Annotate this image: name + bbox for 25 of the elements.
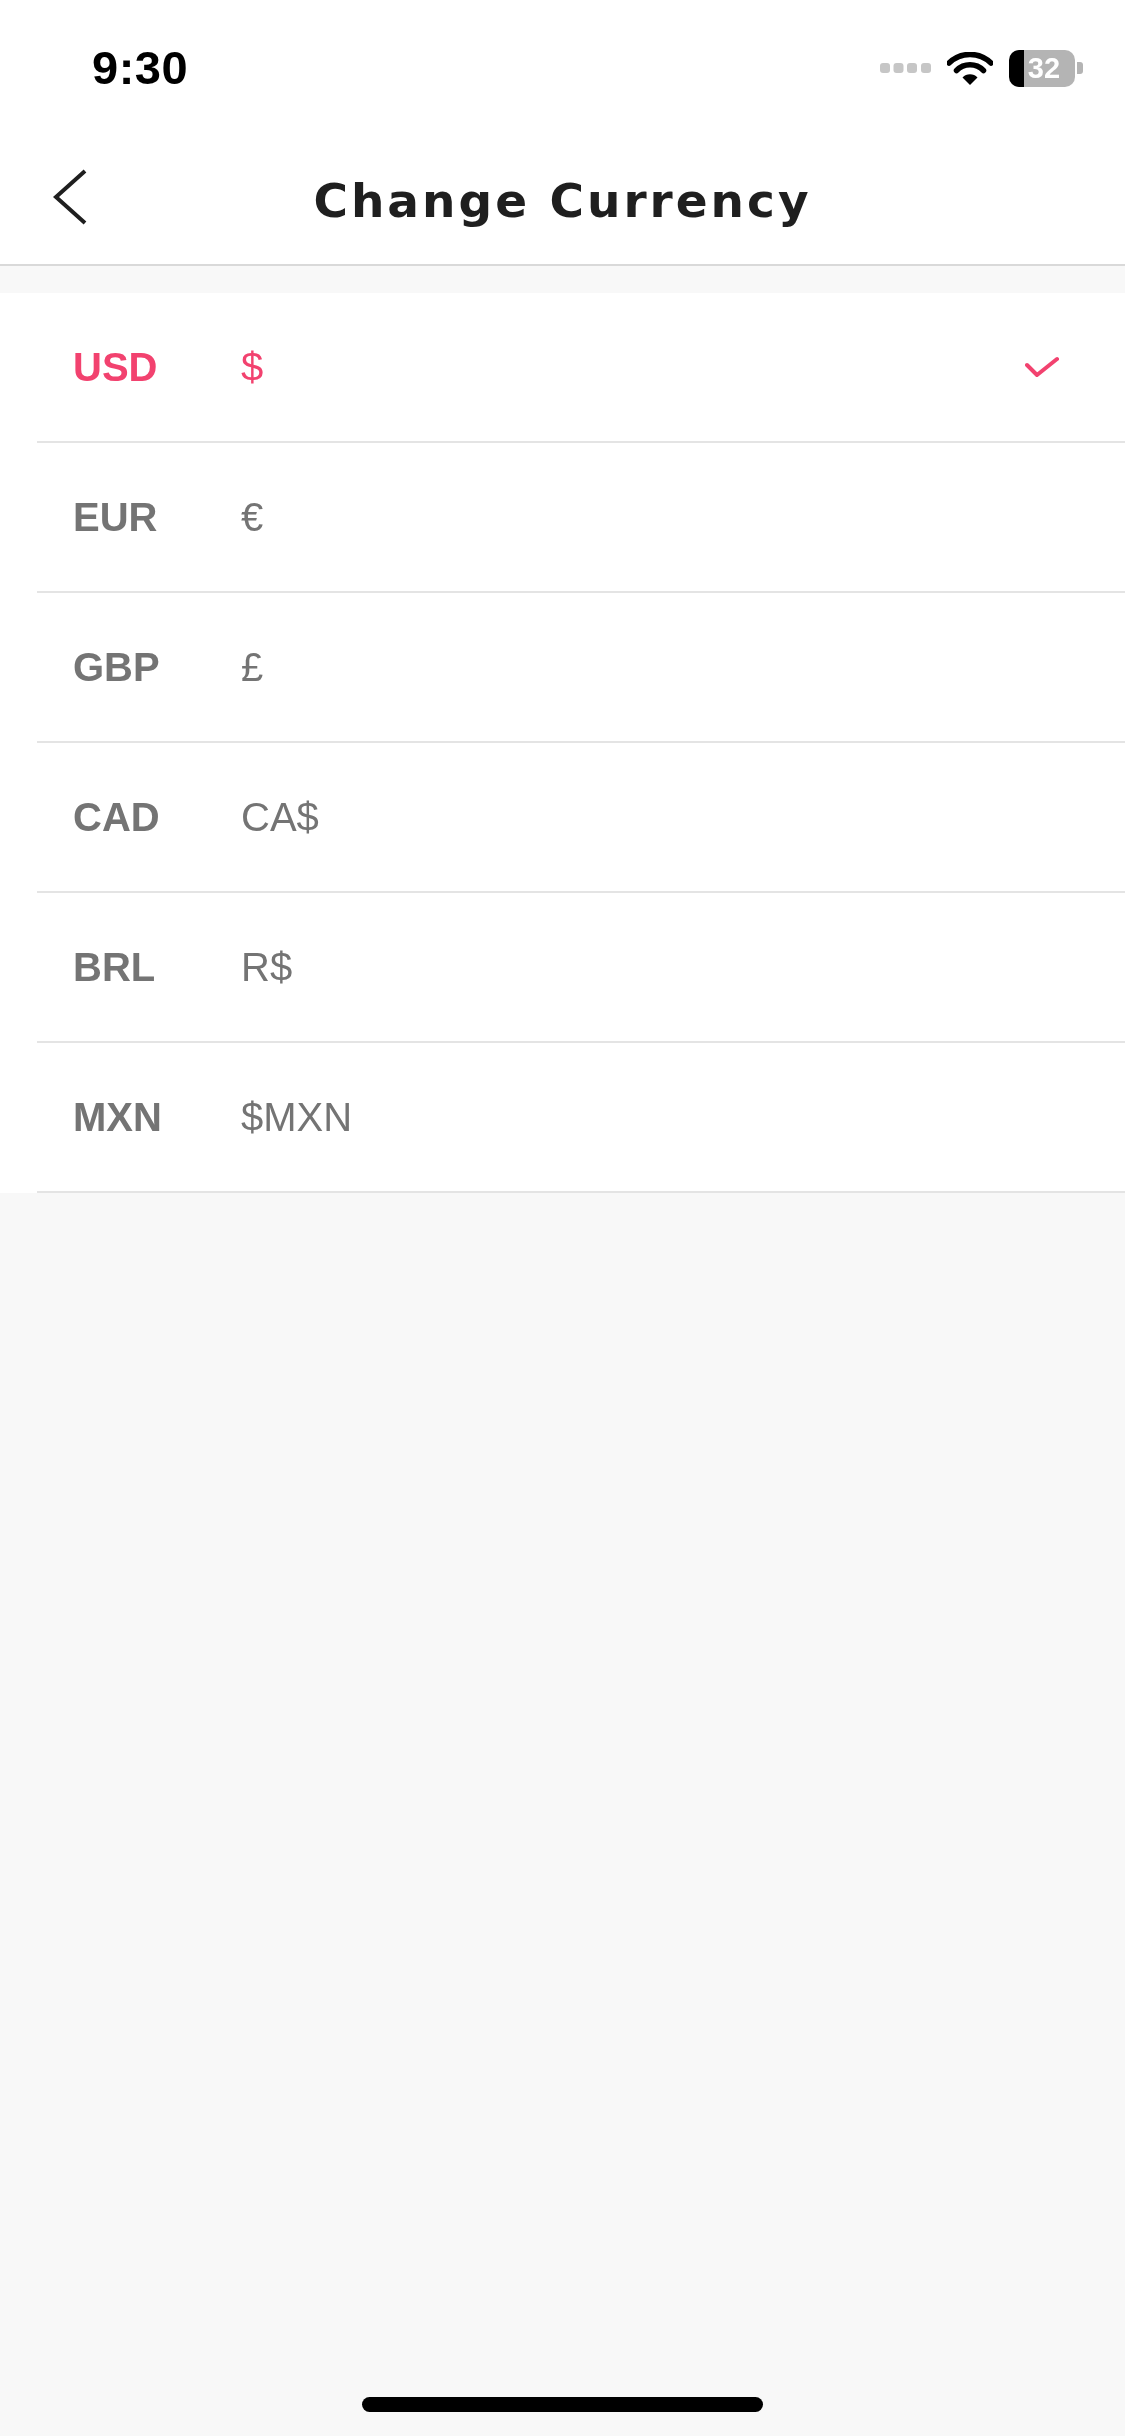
currency-code: GBP (73, 644, 161, 691)
check-icon (1025, 356, 1059, 378)
currency-row[interactable]: EUR € (37, 443, 1125, 593)
currency-symbol: CA$ (241, 794, 320, 841)
currency-symbol: £ (241, 644, 265, 691)
currency-symbol: $MXN (241, 1094, 354, 1141)
currency-row[interactable]: USD $ (37, 293, 1125, 443)
wifi-icon (947, 51, 993, 85)
currency-row[interactable]: CAD CA$ (37, 743, 1125, 893)
currency-row[interactable]: GBP £ (37, 593, 1125, 743)
page-title: Change Currency (313, 172, 812, 230)
currency-symbol: € (241, 494, 265, 541)
back-icon (52, 169, 88, 225)
signal-icon (880, 63, 931, 73)
currency-row[interactable]: MXN $MXN (37, 1043, 1125, 1193)
currency-code: EUR (73, 494, 159, 541)
currency-code: BRL (73, 944, 157, 991)
currency-code: CAD (73, 794, 161, 841)
currency-symbol: $ (241, 344, 265, 391)
currency-row[interactable]: BRL R$ (37, 893, 1125, 1043)
status-time: 9:30 (92, 39, 189, 96)
currency-symbol: R$ (241, 944, 294, 991)
currency-code: MXN (73, 1094, 163, 1141)
currency-code: USD (73, 344, 159, 391)
battery-indicator: 32 (1009, 49, 1083, 87)
